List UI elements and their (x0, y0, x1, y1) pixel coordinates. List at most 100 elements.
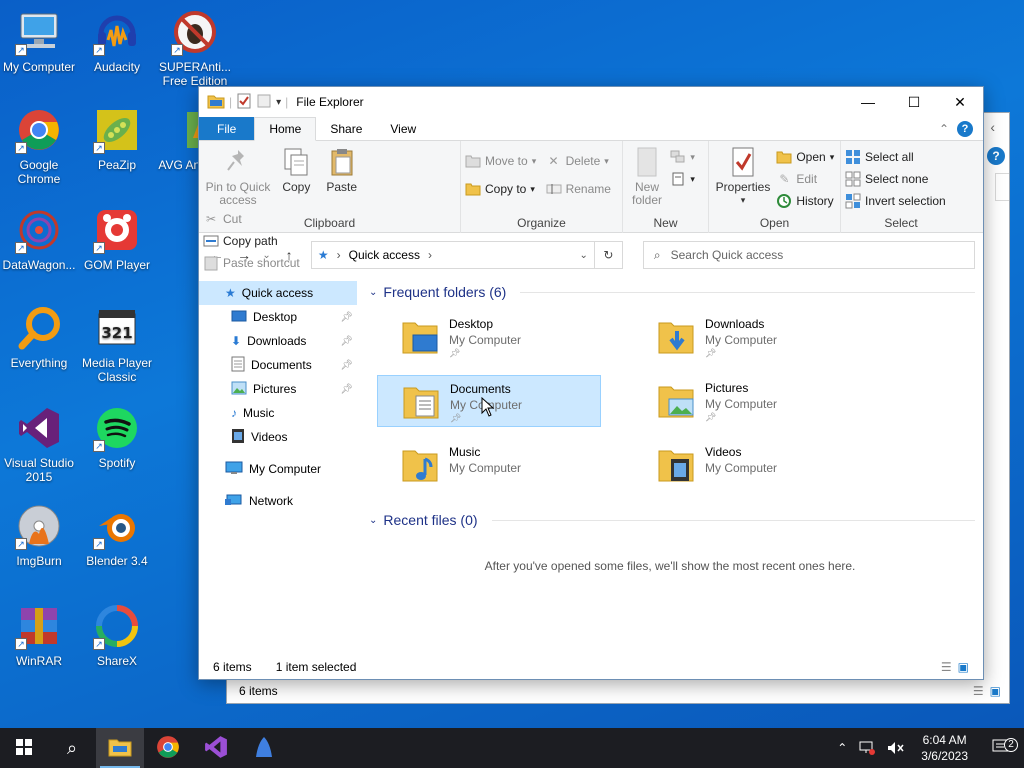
tiles-view-icon[interactable]: ▣ (990, 684, 1001, 698)
customize-qa-icon[interactable]: ▾ (276, 97, 281, 108)
new-folder-qa-icon[interactable] (256, 93, 272, 112)
nav-pictures[interactable]: Pictures 📌︎ (199, 377, 357, 401)
folder-tile-desktop[interactable]: Desktop My Computer 📌︎ (377, 311, 601, 363)
desktop-icon-blender[interactable]: ↗ Blender 3.4 (78, 502, 156, 568)
navigation-bar: ← → ⌄ ↑ ★ › Quick access › ⌄ ↻ ⌕ Search … (199, 233, 983, 277)
breadcrumb-quick-access[interactable]: Quick access (349, 248, 420, 262)
rename-button[interactable]: Rename (546, 179, 611, 199)
frequent-folders-header[interactable]: ⌄ Frequent folders (6) (365, 277, 975, 307)
organize-col-1: Move to ▾ Copy to ▾ (465, 151, 536, 199)
desktop-icon-imgburn[interactable]: ↗ ImgBurn (0, 502, 78, 568)
address-bar[interactable]: ★ › Quick access › ⌄ (310, 241, 595, 269)
network-status-icon[interactable] (853, 741, 881, 755)
chevron-left-icon[interactable]: ‹ (990, 119, 995, 135)
volume-muted-icon[interactable] (881, 741, 911, 755)
folder-tile-videos[interactable]: Videos My Computer (633, 439, 857, 491)
folder-text: Downloads My Computer 📌︎ (705, 317, 777, 359)
address-dropdown-icon[interactable]: ⌄ (579, 250, 587, 261)
copy-to-button[interactable]: Copy to ▾ (465, 179, 536, 199)
select-all-button[interactable]: Select all (845, 147, 946, 167)
computer-icon (225, 461, 243, 478)
copy-path-button[interactable]: Copy path (203, 231, 300, 251)
tab-file[interactable]: File (199, 117, 255, 140)
nav-network[interactable]: Network (199, 489, 357, 513)
breadcrumb-separator-icon[interactable]: › (428, 248, 432, 262)
invert-selection-button[interactable]: Invert selection (845, 191, 946, 211)
tab-share[interactable]: Share (316, 117, 376, 140)
chevron-down-icon: ⌄ (369, 514, 378, 526)
desktop-icon-audacity[interactable]: ↗ Audacity (78, 8, 156, 74)
desktop-icon-everything[interactable]: Everything (0, 304, 78, 370)
new-folder-button[interactable]: New folder (627, 145, 667, 207)
properties-icon (727, 145, 759, 179)
folder-location: My Computer (705, 461, 778, 475)
show-hidden-icons-chevron-icon[interactable]: ⌃ (831, 741, 853, 755)
tab-view[interactable]: View (376, 117, 430, 140)
delete-button[interactable]: ✕ Delete ▾ (546, 151, 611, 171)
minimize-button[interactable]: — (845, 87, 891, 117)
folder-tile-music[interactable]: Music My Computer (377, 439, 601, 491)
maximize-button[interactable]: ☐ (891, 87, 937, 117)
nav-music[interactable]: ♪ Music (199, 401, 357, 425)
desktop-icon-google-chrome[interactable]: ↗ Google Chrome (0, 106, 78, 186)
nav-quick-access[interactable]: ★ Quick access (199, 281, 357, 305)
chevron-up-icon[interactable]: ⌃ (939, 122, 949, 136)
refresh-button[interactable]: ↻ (594, 241, 623, 269)
pin-to-quick-access-button[interactable]: Pin to Quick access (203, 145, 273, 207)
select-group: Select all Select none Invert selection … (841, 141, 961, 233)
notifications-button[interactable]: 2 (978, 737, 1024, 758)
help-icon[interactable]: ? (987, 147, 1005, 165)
clipboard-group: Pin to Quick access Copy Paste ✂ Cut Cop… (199, 141, 461, 271)
taskbar-file-explorer[interactable] (96, 728, 144, 768)
taskbar-chrome[interactable] (144, 728, 192, 768)
details-view-icon[interactable]: ☰ (941, 660, 952, 674)
desktop-icon-visual-studio[interactable]: Visual Studio 2015 (0, 404, 78, 484)
tiles-view-icon[interactable]: ▣ (958, 660, 969, 674)
close-button[interactable]: ✕ (937, 87, 983, 117)
pin-icon[interactable]: 📌︎ (340, 336, 353, 347)
clock[interactable]: 6:04 AM 3/6/2023 (911, 732, 978, 764)
paste-button[interactable]: Paste (320, 145, 364, 194)
desktop-icon-sharex[interactable]: ↗ ShareX (78, 602, 156, 668)
start-button[interactable] (0, 728, 48, 768)
tab-home[interactable]: Home (254, 117, 317, 141)
nav-downloads[interactable]: ⬇ Downloads 📌︎ (199, 329, 357, 353)
properties-qa-icon[interactable] (236, 93, 252, 112)
folder-tile-downloads[interactable]: Downloads My Computer 📌︎ (633, 311, 857, 363)
desktop-icon-superantispyware[interactable]: ↗ SUPERAnti... Free Edition (156, 8, 234, 88)
copy-button[interactable]: Copy (276, 145, 316, 194)
new-item-button[interactable]: ▾ (670, 147, 695, 167)
taskbar-visual-studio[interactable] (192, 728, 240, 768)
pin-icon[interactable]: 📌︎ (340, 312, 353, 323)
nav-documents[interactable]: Documents 📌︎ (199, 353, 357, 377)
desktop-icon-my-computer[interactable]: ↗ My Computer (0, 8, 78, 74)
paste-shortcut-button[interactable]: Paste shortcut (203, 253, 300, 273)
search-button[interactable]: ⌕ (48, 728, 96, 768)
easy-access-button[interactable]: ▾ (670, 169, 695, 189)
search-box-edge[interactable] (995, 173, 1009, 201)
move-to-button[interactable]: Move to ▾ (465, 151, 536, 171)
desktop-icon-winrar[interactable]: ↗ WinRAR (0, 602, 78, 668)
open-button[interactable]: Open ▾ (776, 147, 834, 167)
taskbar-app[interactable] (240, 728, 288, 768)
search-box[interactable]: ⌕ Search Quick access (642, 241, 976, 269)
select-none-button[interactable]: Select none (845, 169, 946, 189)
nav-desktop[interactable]: Desktop 📌︎ (199, 305, 357, 329)
edit-button[interactable]: ✎ Edit (776, 169, 834, 189)
folder-tile-pictures[interactable]: Pictures My Computer 📌︎ (633, 375, 857, 427)
desktop-icon-datawagon[interactable]: ↗ DataWagon... (0, 206, 78, 272)
desktop-icon-peazip[interactable]: ↗ PeaZip (78, 106, 156, 172)
desktop-icon-gom-player[interactable]: ↗ GOM Player (78, 206, 156, 272)
open-group-label: Open (759, 216, 790, 230)
nav-videos[interactable]: Videos (199, 425, 357, 449)
desktop-icon-spotify[interactable]: ↗ Spotify (78, 404, 156, 470)
nav-my-computer[interactable]: My Computer (199, 457, 357, 481)
desktop-icon-media-player-classic[interactable]: 321 Media Player Classic (78, 304, 156, 384)
help-icon[interactable]: ? (957, 120, 973, 137)
recent-files-header[interactable]: ⌄ Recent files (0) (365, 505, 975, 535)
pin-icon[interactable]: 📌︎ (340, 360, 353, 371)
pin-icon: 📌︎ (705, 412, 717, 422)
properties-button[interactable]: Properties ▾ (713, 145, 773, 207)
history-button[interactable]: History (776, 191, 834, 211)
pin-icon[interactable]: 📌︎ (340, 384, 353, 395)
